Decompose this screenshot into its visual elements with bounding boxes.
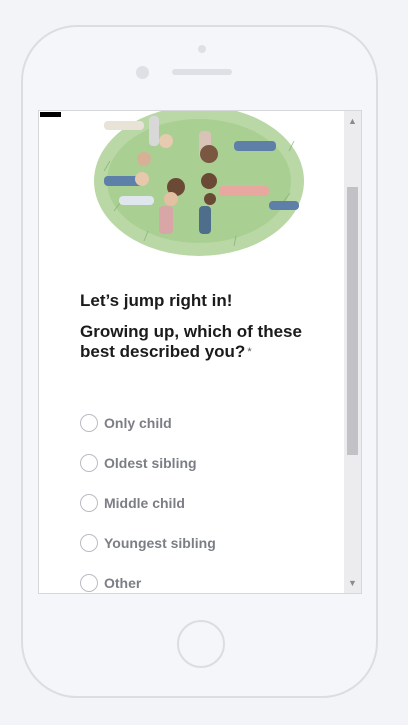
radio-button[interactable] <box>80 574 98 592</box>
survey-screen: Let’s jump right in! Growing up, which o… <box>38 110 362 594</box>
scroll-thumb[interactable] <box>347 187 358 455</box>
answer-options: Only child Oldest sibling Middle child Y… <box>80 403 216 593</box>
radio-button[interactable] <box>80 454 98 472</box>
speaker <box>172 69 232 75</box>
option-other[interactable]: Other <box>80 563 216 593</box>
option-oldest-sibling[interactable]: Oldest sibling <box>80 443 216 483</box>
option-label: Middle child <box>104 495 185 511</box>
option-label: Other <box>104 575 142 591</box>
required-marker: * <box>247 346 252 358</box>
home-button[interactable] <box>177 620 225 668</box>
top-indicator-bar <box>40 112 61 117</box>
option-label: Youngest sibling <box>104 535 216 551</box>
section-intro: Let’s jump right in! <box>80 291 233 310</box>
radio-button[interactable] <box>80 494 98 512</box>
front-sensor <box>136 66 149 79</box>
question-text: Growing up, which of these best describe… <box>80 322 302 361</box>
option-youngest-sibling[interactable]: Youngest sibling <box>80 523 216 563</box>
camera <box>198 45 206 53</box>
question-title: Growing up, which of these best describe… <box>80 322 330 362</box>
chevron-down-icon[interactable]: ▼ <box>344 575 361 591</box>
chevron-up-icon[interactable]: ▲ <box>344 113 361 129</box>
radio-button[interactable] <box>80 414 98 432</box>
radio-button[interactable] <box>80 534 98 552</box>
children-circle-illustration <box>94 111 304 256</box>
option-label: Oldest sibling <box>104 455 197 471</box>
option-label: Only child <box>104 415 172 431</box>
vertical-scrollbar[interactable]: ▲ ▼ <box>344 111 361 593</box>
option-only-child[interactable]: Only child <box>80 403 216 443</box>
option-middle-child[interactable]: Middle child <box>80 483 216 523</box>
